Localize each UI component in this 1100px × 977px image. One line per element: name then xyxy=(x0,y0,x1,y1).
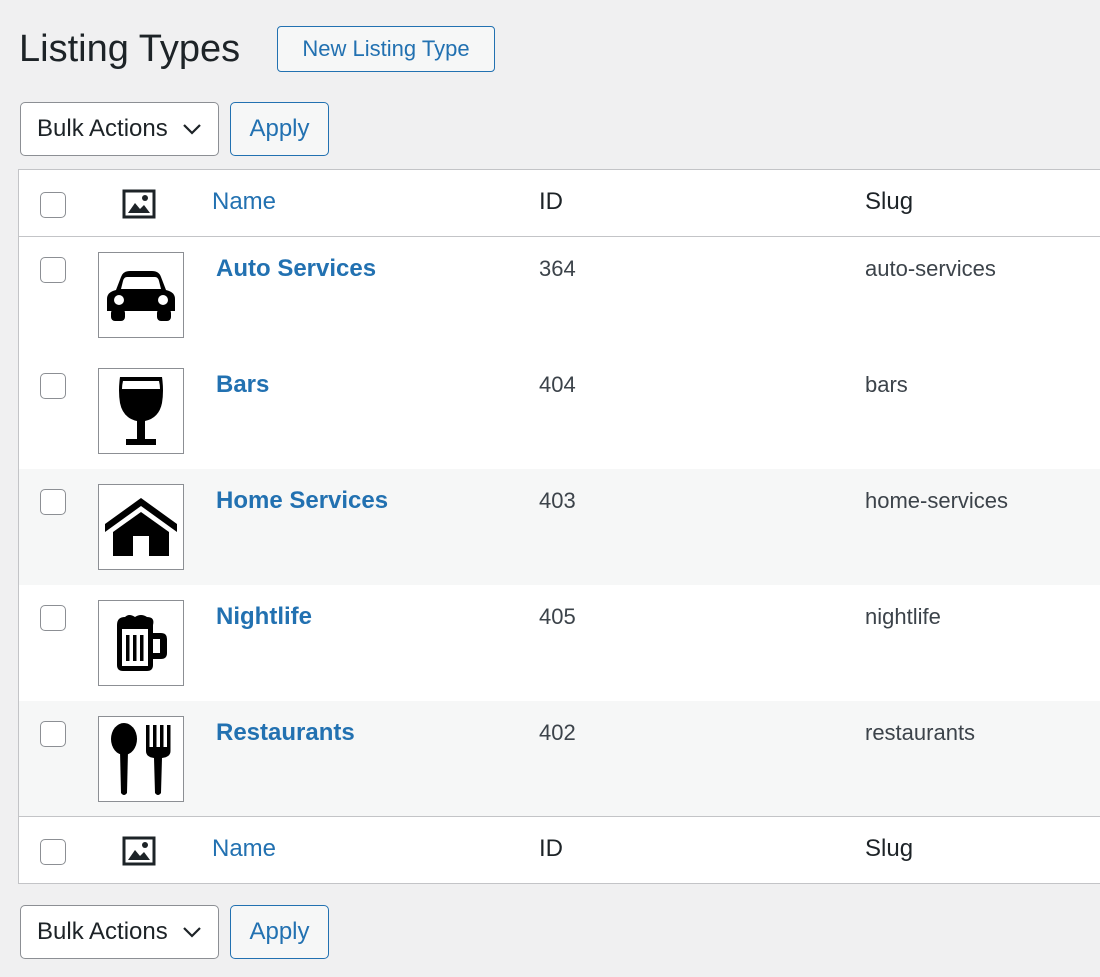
house-icon xyxy=(105,498,177,556)
row-checkbox[interactable] xyxy=(40,489,66,515)
row-name-link[interactable]: Nightlife xyxy=(216,603,312,631)
row-id: 403 xyxy=(539,488,576,513)
column-header-slug: Slug xyxy=(865,188,914,215)
row-id: 364 xyxy=(539,256,576,281)
column-footer-name[interactable]: Name xyxy=(212,835,276,863)
select-all-checkbox[interactable] xyxy=(40,192,66,218)
row-name-link[interactable]: Home Services xyxy=(216,487,388,515)
wine-glass-icon xyxy=(119,377,163,445)
row-thumbnail xyxy=(98,484,184,570)
listing-types-table: Name ID Slug Auto Services 364 auto-serv… xyxy=(18,169,1100,884)
column-footer-id: ID xyxy=(539,835,563,862)
row-checkbox[interactable] xyxy=(40,605,66,631)
table-row: Home Services 403 home-services xyxy=(19,469,1100,585)
chevron-down-icon xyxy=(183,124,201,135)
column-header-name[interactable]: Name xyxy=(212,188,276,216)
table-row: Auto Services 364 auto-services xyxy=(19,237,1100,353)
row-name-link[interactable]: Restaurants xyxy=(216,719,355,747)
table-row: Bars 404 bars xyxy=(19,353,1100,469)
row-slug: home-services xyxy=(865,488,1009,513)
table-row: Restaurants 402 restaurants xyxy=(19,701,1100,817)
table-header: Name ID Slug xyxy=(19,170,1100,237)
row-slug: restaurants xyxy=(865,720,976,745)
bulk-actions-select-bottom[interactable]: Bulk Actions xyxy=(20,905,219,959)
utensils-icon xyxy=(111,723,171,795)
bulk-actions-label: Bulk Actions xyxy=(37,918,168,945)
row-id: 402 xyxy=(539,720,576,745)
row-checkbox[interactable] xyxy=(40,257,66,283)
image-icon xyxy=(122,836,156,866)
chevron-down-icon xyxy=(183,927,201,938)
bulk-actions-select-top[interactable]: Bulk Actions xyxy=(20,102,219,156)
page-title: Listing Types xyxy=(19,28,241,70)
bulk-actions-label: Bulk Actions xyxy=(37,115,168,142)
row-checkbox[interactable] xyxy=(40,373,66,399)
apply-button-bottom[interactable]: Apply xyxy=(230,905,329,959)
row-slug: nightlife xyxy=(865,604,941,629)
car-icon xyxy=(107,271,175,321)
row-slug: bars xyxy=(865,372,908,397)
row-name-link[interactable]: Bars xyxy=(216,371,269,399)
column-header-id: ID xyxy=(539,188,563,215)
image-icon xyxy=(122,189,156,219)
row-thumbnail xyxy=(98,252,184,338)
row-checkbox[interactable] xyxy=(40,721,66,747)
row-id: 404 xyxy=(539,372,576,397)
row-name-link[interactable]: Auto Services xyxy=(216,255,376,283)
row-thumbnail xyxy=(98,716,184,802)
column-footer-slug: Slug xyxy=(865,835,914,862)
select-all-checkbox-footer[interactable] xyxy=(40,839,66,865)
new-listing-type-button[interactable]: New Listing Type xyxy=(277,26,495,72)
row-slug: auto-services xyxy=(865,256,996,281)
table-row: Nightlife 405 nightlife xyxy=(19,585,1100,701)
row-thumbnail xyxy=(98,368,184,454)
beer-mug-icon xyxy=(117,615,167,671)
apply-button-top[interactable]: Apply xyxy=(230,102,329,156)
table-footer: Name ID Slug xyxy=(19,816,1100,883)
row-thumbnail xyxy=(98,600,184,686)
row-id: 405 xyxy=(539,604,576,629)
